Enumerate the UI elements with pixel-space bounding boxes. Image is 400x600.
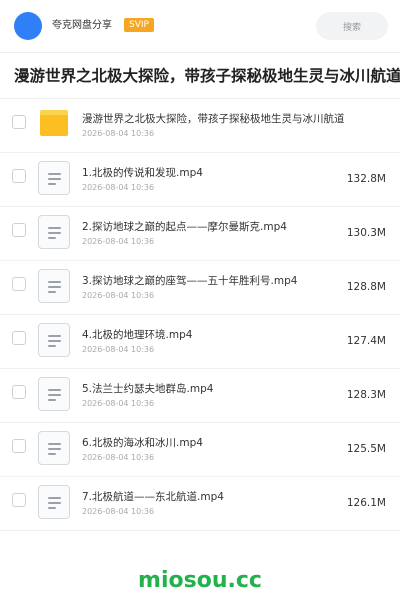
video-file-icon xyxy=(38,269,70,303)
row-checkbox[interactable] xyxy=(12,115,26,129)
list-item[interactable]: 1.北极的传说和发现.mp4 2026-08-04 10:36 132.8M xyxy=(0,153,400,207)
site-watermark: miosou.cc xyxy=(138,568,262,593)
file-date: 2026-08-04 10:36 xyxy=(82,129,155,138)
file-name[interactable]: 4.北极的地理环境.mp4 xyxy=(82,328,192,342)
row-checkbox[interactable] xyxy=(12,385,26,399)
file-name[interactable]: 6.北极的海冰和冰川.mp4 xyxy=(82,436,203,450)
file-name[interactable]: 漫游世界之北极大探险，带孩子探秘极地生灵与冰川航道 xyxy=(82,112,345,126)
file-date: 2026-08-04 10:36 xyxy=(82,291,155,300)
file-date: 2026-08-04 10:36 xyxy=(82,507,155,516)
file-name[interactable]: 2.探访地球之巅的起点——摩尔曼斯克.mp4 xyxy=(82,220,287,234)
file-size: 128.8M xyxy=(346,281,386,293)
video-file-icon xyxy=(38,431,70,465)
list-item-folder[interactable]: 漫游世界之北极大探险，带孩子探秘极地生灵与冰川航道 2026-08-04 10:… xyxy=(0,99,400,153)
file-size: 127.4M xyxy=(346,335,386,347)
file-size: 130.3M xyxy=(346,227,386,239)
video-file-icon xyxy=(38,377,70,411)
row-checkbox[interactable] xyxy=(12,277,26,291)
video-file-icon xyxy=(38,323,70,357)
list-item[interactable]: 4.北极的地理环境.mp4 2026-08-04 10:36 127.4M xyxy=(0,315,400,369)
avatar[interactable] xyxy=(14,12,42,40)
video-file-icon xyxy=(38,485,70,519)
header-bar: 夸克网盘分享 SVIP 搜索 xyxy=(0,0,400,52)
list-item[interactable]: 6.北极的海冰和冰川.mp4 2026-08-04 10:36 125.5M xyxy=(0,423,400,477)
file-date: 2026-08-04 10:36 xyxy=(82,237,155,246)
video-file-icon xyxy=(38,161,70,195)
list-item[interactable]: 5.法兰士约瑟夫地群岛.mp4 2026-08-04 10:36 128.3M xyxy=(0,369,400,423)
file-date: 2026-08-04 10:36 xyxy=(82,345,155,354)
folder-icon xyxy=(38,107,70,141)
file-size: 125.5M xyxy=(346,443,386,455)
file-date: 2026-08-04 10:36 xyxy=(82,399,155,408)
file-date: 2026-08-04 10:36 xyxy=(82,183,155,192)
search-label: 搜索 xyxy=(342,22,361,33)
file-size: 128.3M xyxy=(346,389,386,401)
search-button[interactable]: 搜索 xyxy=(316,12,388,40)
file-name[interactable]: 5.法兰士约瑟夫地群岛.mp4 xyxy=(82,382,213,396)
list-item[interactable]: 2.探访地球之巅的起点——摩尔曼斯克.mp4 2026-08-04 10:36 … xyxy=(0,207,400,261)
file-list: 漫游世界之北极大探险，带孩子探秘极地生灵与冰川航道 2026-08-04 10:… xyxy=(0,99,400,531)
list-item[interactable]: 7.北极航道——东北航道.mp4 2026-08-04 10:36 126.1M xyxy=(0,477,400,531)
file-date: 2026-08-04 10:36 xyxy=(82,453,155,462)
file-size: 126.1M xyxy=(346,497,386,509)
file-size: 132.8M xyxy=(346,173,386,185)
row-checkbox[interactable] xyxy=(12,493,26,507)
header-divider xyxy=(0,52,400,53)
file-name[interactable]: 7.北极航道——东北航道.mp4 xyxy=(82,490,224,504)
video-file-icon xyxy=(38,215,70,249)
file-name[interactable]: 3.探访地球之巅的座驾——五十年胜利号.mp4 xyxy=(82,274,297,288)
row-checkbox[interactable] xyxy=(12,439,26,453)
row-checkbox[interactable] xyxy=(12,223,26,237)
page-title: 漫游世界之北极大探险，带孩子探秘极地生灵与冰川航道 xyxy=(14,67,400,85)
list-item[interactable]: 3.探访地球之巅的座驾——五十年胜利号.mp4 2026-08-04 10:36… xyxy=(0,261,400,315)
row-checkbox[interactable] xyxy=(12,331,26,345)
svip-badge: SVIP xyxy=(124,18,154,32)
username[interactable]: 夸克网盘分享 xyxy=(52,19,112,33)
file-name[interactable]: 1.北极的传说和发现.mp4 xyxy=(82,166,203,180)
row-checkbox[interactable] xyxy=(12,169,26,183)
